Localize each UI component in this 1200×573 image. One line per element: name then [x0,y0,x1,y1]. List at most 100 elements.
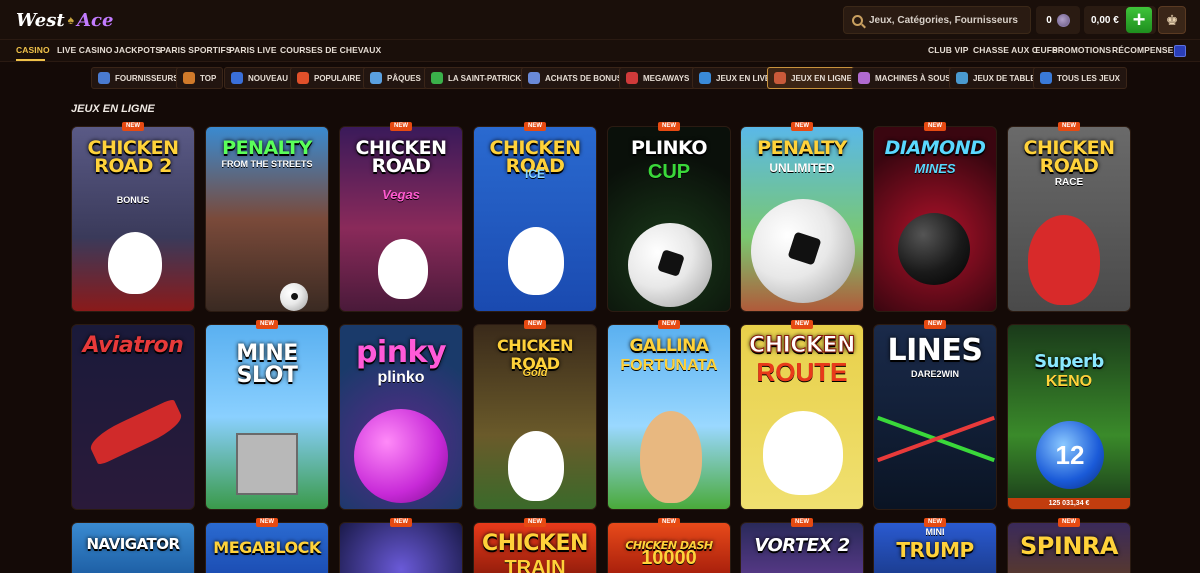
nav-paris-sportifs[interactable]: PARIS SPORTIFS [160,45,232,55]
game-tile[interactable]: CHICKEN DASH 10000 [607,522,731,573]
game-tile[interactable]: CHICKEN TRAIN [473,522,597,573]
game-subtitle: Vegas [382,187,420,202]
category-top[interactable]: TOP [176,67,224,89]
game-tile[interactable]: DIAMOND MINES [873,126,997,312]
new-badge: NEW [390,518,412,527]
category-tous-les-jeux[interactable]: TOUS LES JEUX [1033,67,1127,89]
points-widget[interactable]: 0 [1036,6,1080,34]
game-tile[interactable]: LINES DARE2WIN [873,324,997,510]
game-title: CHICKEN [749,333,856,358]
jackpot-amount: 125 031,34 € [1008,498,1130,509]
category-jeux-en-live[interactable]: JEUX EN LIVE [692,67,778,89]
game-tile[interactable]: PENALTY UNLIMITED [740,126,864,312]
nav-casino[interactable]: CASINO [16,45,50,55]
nav-promotions[interactable]: PROMOTIONS [1052,45,1111,55]
nav-courses-de-chevaux[interactable]: COURSES DE CHEVAUX [280,45,381,55]
nav-chasse-aux-oeufs[interactable]: CHASSE AUX ŒUFS [973,45,1058,55]
soccer-ball-icon [280,283,308,311]
game-title: VORTEX 2 [754,535,850,556]
crown-icon [183,72,195,84]
game-tile[interactable]: pinky plinko [339,324,463,510]
category-saint-patrick[interactable]: LA SAINT-PATRICK [424,67,529,89]
category-achats-de-bonus[interactable]: ACHATS DE BONUS [521,67,630,89]
game-title: NAVIGATOR [86,535,180,553]
new-badge: NEW [924,122,946,131]
westace-logo[interactable]: West ♠ Ace [16,6,113,34]
new-badge: NEW [256,320,278,329]
game-title: DIAMOND [884,137,986,159]
game-tile[interactable]: MINE SLOT [205,324,329,510]
online-icon [774,72,786,84]
category-label: NOUVEAU [248,73,289,83]
game-tile[interactable]: Aviatron [71,324,195,510]
category-machines-a-sous[interactable]: MACHINES À SOUS [851,67,958,89]
new-badge: NEW [791,122,813,131]
user-avatar-icon[interactable]: ♚ [1158,6,1186,34]
slot-machine-icon [858,72,870,84]
search-input[interactable] [869,14,1019,26]
game-tile[interactable] [339,522,463,573]
settings-square-icon[interactable] [1174,45,1186,57]
category-fournisseurs[interactable]: FOURNISSEURS [91,67,186,89]
game-subtitle: UNLIMITED [769,161,835,175]
category-populaire[interactable]: POPULAIRE [290,67,368,89]
rocket-icon [231,72,243,84]
search-box[interactable] [843,6,1031,34]
game-subtitle: Gold [522,367,548,379]
game-tile[interactable]: CHICKEN ROAD 2 BONUS [71,126,195,312]
flame-icon [297,72,309,84]
game-title: MINE SLOT [236,341,298,388]
logo-text-west: West [16,9,65,31]
game-tile[interactable]: PLINKO CUP [607,126,731,312]
game-tile[interactable]: SPINRA [1007,522,1131,573]
spade-icon: ♠ [67,13,75,27]
soccer-ball-icon [628,223,712,307]
game-subtitle: ROUTE [756,357,848,387]
nav-club-vip[interactable]: CLUB VIP [928,45,968,55]
game-tile[interactable]: CHICKEN ROAD RACE [1007,126,1131,312]
game-tile[interactable]: GALLINA FORTUNATA [607,324,731,510]
category-jeux-en-ligne[interactable]: JEUX EN LIGNE [767,67,859,89]
table-games-icon [956,72,968,84]
game-title: GALLINA [629,336,710,356]
game-title: CHICKEN [482,531,588,556]
game-tile[interactable]: Superb KENO 12 125 031,34 € [1007,324,1131,510]
category-jeux-de-table[interactable]: JEUX DE TABLE [949,67,1043,89]
category-label: MEGAWAYS [643,73,690,83]
game-title: PENALTY [757,137,847,159]
game-subtitle: TRAIN [504,557,566,573]
game-title: SPINRA [1020,532,1118,560]
game-tile[interactable]: MINI TRUMP [873,522,997,573]
game-tile[interactable]: CHICKEN ROAD Vegas [339,126,463,312]
category-label: FOURNISSEURS [115,73,179,83]
chicken-mascot-icon [508,227,564,295]
category-paques[interactable]: PÂQUES [363,67,428,89]
category-label: ACHATS DE BONUS [545,73,623,83]
game-title: LINES [887,333,984,368]
nav-live-casino[interactable]: LIVE CASINO [57,45,112,55]
category-nouveau[interactable]: NOUVEAU [224,67,296,89]
nav-recompenses[interactable]: RÉCOMPENSES [1112,45,1179,55]
deposit-plus-button[interactable]: + [1126,7,1152,33]
game-tile[interactable]: CHICKEN ROUTE [740,324,864,510]
game-subtitle: FORTUNATA [620,357,718,374]
game-title: MINI [925,527,945,537]
search-icon [852,14,863,26]
game-tile[interactable]: PENALTY FROM THE STREETS [205,126,329,312]
game-title: MEGABLOCK [213,538,321,557]
game-tile[interactable]: MEGABLOCK [205,522,329,573]
game-tile[interactable]: CHICKEN ROAD ICE [473,126,597,312]
game-title: PENALTY [222,137,312,159]
nav-jackpots[interactable]: JACKPOTS [114,45,161,55]
game-tile[interactable]: VORTEX 2 [740,522,864,573]
game-tile[interactable]: NAVIGATOR [71,522,195,573]
nav-paris-live[interactable]: PARIS LIVE [229,45,277,55]
nav-active-underline [16,59,45,61]
category-label: JEUX EN LIVE [716,73,771,83]
new-badge: NEW [122,122,144,131]
game-subtitle: MINES [914,161,956,176]
robot-block-icon [236,433,298,495]
game-tile[interactable]: CHICKEN ROAD Gold [473,324,597,510]
new-badge: NEW [1058,518,1080,527]
category-megaways[interactable]: MEGAWAYS [619,67,697,89]
